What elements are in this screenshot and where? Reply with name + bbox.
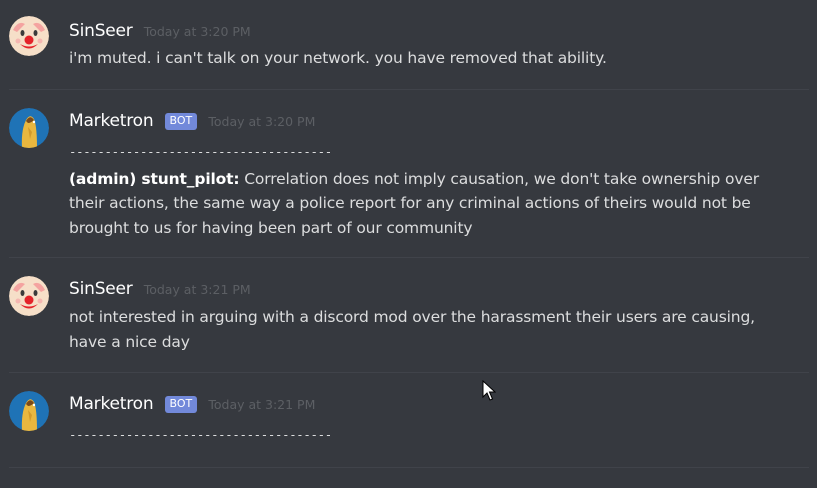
clown-face-avatar[interactable] xyxy=(9,16,49,56)
message-content: ------------------------------------- xyxy=(69,423,789,448)
separator-line: ------------------------------------- xyxy=(69,428,332,442)
username[interactable]: SinSeer xyxy=(69,21,133,41)
bot-tag: BOT xyxy=(164,396,198,413)
gilded-praying-figure-avatar[interactable] xyxy=(9,391,49,431)
message-speaker: (admin) stunt_pilot: xyxy=(69,169,240,188)
message-content: not interested in arguing with a discord… xyxy=(69,308,755,351)
message-divider xyxy=(9,467,809,468)
separator-line: ------------------------------------- xyxy=(69,145,332,159)
message-divider xyxy=(9,89,809,90)
chat-message-list: SinSeer Today at 3:20 PM i'm muted. i ca… xyxy=(0,0,817,488)
message-header: Marketron BOT Today at 3:20 PM xyxy=(69,109,315,133)
message-content: ------------------------------------- (a… xyxy=(69,140,789,240)
username[interactable]: SinSeer xyxy=(69,279,133,299)
bot-tag: BOT xyxy=(164,113,198,130)
gilded-praying-figure-avatar[interactable] xyxy=(9,108,49,148)
message-content: i'm muted. i can't talk on your network.… xyxy=(69,49,607,67)
message-header: SinSeer Today at 3:20 PM xyxy=(69,19,251,43)
mouse-pointer-icon xyxy=(482,380,496,401)
message-divider xyxy=(9,372,809,373)
clown-face-avatar[interactable] xyxy=(9,276,49,316)
username[interactable]: Marketron xyxy=(69,111,154,131)
message-text: (admin) stunt_pilot: Correlation does no… xyxy=(69,167,789,241)
timestamp[interactable]: Today at 3:21 PM xyxy=(208,397,315,412)
message-divider xyxy=(9,257,809,258)
timestamp[interactable]: Today at 3:20 PM xyxy=(208,114,315,129)
timestamp[interactable]: Today at 3:21 PM xyxy=(144,282,251,297)
message-header: SinSeer Today at 3:21 PM xyxy=(69,277,251,301)
timestamp[interactable]: Today at 3:20 PM xyxy=(144,24,251,39)
username[interactable]: Marketron xyxy=(69,394,154,414)
message-header: Marketron BOT Today at 3:21 PM xyxy=(69,392,315,416)
